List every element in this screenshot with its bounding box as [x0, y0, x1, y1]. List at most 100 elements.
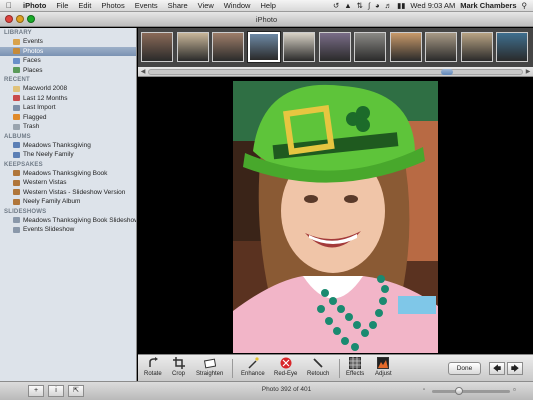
- sidebar-item-label: Flagged: [23, 113, 47, 121]
- menu-extras: ↺ ▲ ⇅ ∫ ◕ ♬ ▮▮ Wed 9:03 AM Mark Chambers…: [333, 1, 533, 10]
- scroll-right-icon[interactable]: ▶: [524, 68, 532, 76]
- enhance-label: Enhance: [241, 371, 265, 377]
- bottom-bar: + i ⇱ Photo 392 of 401 ▫ ▫: [0, 381, 533, 400]
- filmstrip-thumbnail[interactable]: [212, 32, 244, 62]
- sidebar-item-label: Photos: [23, 47, 44, 55]
- sidebar-item[interactable]: Places: [0, 66, 136, 76]
- filmstrip-thumbnail[interactable]: [460, 32, 493, 62]
- menu-user[interactable]: Mark Chambers: [460, 1, 516, 10]
- sidebar-item[interactable]: Last Import: [0, 103, 136, 113]
- zoom-slider[interactable]: [432, 390, 510, 393]
- section-header-keepsakes: KEEPSAKES: [4, 161, 43, 168]
- sidebar-item[interactable]: Western Vistas: [0, 178, 136, 188]
- sidebar-item[interactable]: Macworld 2008: [0, 84, 136, 94]
- filmstrip-thumbnail[interactable]: [246, 31, 281, 63]
- menu-edit[interactable]: Edit: [73, 1, 96, 10]
- scroll-thumb[interactable]: [440, 69, 453, 75]
- photos-icon: [13, 48, 20, 55]
- time-machine-icon[interactable]: ↺: [333, 1, 339, 10]
- effects-grid-icon: [349, 357, 362, 369]
- section-header-library: LIBRARY: [4, 30, 32, 36]
- display-icon[interactable]: ▲: [344, 1, 351, 10]
- filmstrip-scrollbar[interactable]: ◀ ▶: [138, 67, 533, 77]
- enhance-button[interactable]: Enhance: [241, 357, 265, 377]
- sidebar-item[interactable]: Last 12 Months: [0, 94, 136, 104]
- sync-icon[interactable]: ⇅: [357, 1, 363, 10]
- filmstrip-thumbnail[interactable]: [318, 32, 351, 62]
- sidebar-item[interactable]: Meadows Thanksgiving Book Slideshow: [0, 216, 136, 226]
- section-header-recent: RECENT: [4, 77, 30, 83]
- sidebar-item[interactable]: Meadows Thanksgiving: [0, 141, 136, 151]
- wifi-icon[interactable]: ◕: [375, 1, 380, 10]
- bluetooth-icon[interactable]: ∫: [368, 1, 370, 10]
- adjust-button[interactable]: Adjust: [375, 357, 392, 377]
- spotlight-icon[interactable]: ⚲: [522, 1, 528, 10]
- menu-clock[interactable]: Wed 9:03 AM: [410, 1, 455, 10]
- menu-share[interactable]: Share: [163, 1, 193, 10]
- sidebar-item-label: Faces: [23, 57, 41, 65]
- photo-browser-strip: [138, 28, 533, 67]
- menu-file[interactable]: File: [51, 1, 73, 10]
- red-eye-button[interactable]: Red-Eye: [274, 357, 297, 377]
- sidebar-item[interactable]: Photos: [0, 46, 136, 56]
- rotate-button[interactable]: Rotate: [144, 357, 162, 377]
- sidebar-item[interactable]: Events: [0, 37, 136, 47]
- book-icon: [13, 179, 20, 186]
- sidebar-item-label: Meadows Thanksgiving: [23, 141, 91, 149]
- menu-help[interactable]: Help: [255, 1, 280, 10]
- battery-icon[interactable]: ▮▮: [397, 1, 405, 10]
- filmstrip-thumbnail[interactable]: [425, 32, 457, 62]
- sidebar-item[interactable]: The Neely Family: [0, 150, 136, 160]
- straighten-button[interactable]: Straighten: [196, 357, 223, 377]
- sidebar-item[interactable]: Western Vistas - Slideshow Version: [0, 188, 136, 198]
- volume-icon[interactable]: ♬: [385, 1, 393, 10]
- done-button[interactable]: Done: [448, 362, 481, 375]
- sidebar-item[interactable]: Meadows Thanksgiving Book: [0, 169, 136, 179]
- main-photo[interactable]: [233, 81, 438, 353]
- zoom-slider-knob[interactable]: [455, 387, 464, 395]
- filmstrip-thumbnail[interactable]: [283, 32, 315, 62]
- sidebar-item[interactable]: Trash: [0, 122, 136, 132]
- window-title: iPhoto: [255, 15, 278, 24]
- rotate-label: Rotate: [144, 371, 162, 377]
- arrow-left-icon[interactable]: 🡄: [489, 362, 505, 375]
- filmstrip-thumbnail[interactable]: [354, 32, 386, 62]
- event-icon: [13, 85, 20, 92]
- book-icon: [13, 170, 20, 177]
- filmstrip-thumbnail[interactable]: [176, 32, 209, 62]
- sidebar-item-label: Western Vistas: [23, 179, 67, 187]
- menu-iphoto[interactable]: iPhoto: [18, 1, 51, 10]
- menu-photos[interactable]: Photos: [96, 1, 129, 10]
- sidebar-item-label: Last 12 Months: [23, 94, 68, 102]
- book-icon: [13, 189, 20, 196]
- menu-events[interactable]: Events: [130, 1, 163, 10]
- scroll-track[interactable]: [148, 69, 523, 75]
- sidebar-item[interactable]: Events Slideshow: [0, 225, 136, 235]
- zoom-icon[interactable]: [27, 15, 35, 23]
- effects-button[interactable]: Effects: [346, 357, 364, 377]
- enhance-wand-icon: [247, 357, 259, 369]
- sidebar-item[interactable]: Neely Family Album: [0, 197, 136, 207]
- apple-menu-icon[interactable]: : [0, 1, 18, 10]
- menu-view[interactable]: View: [193, 1, 219, 10]
- filmstrip-thumbnail[interactable]: [496, 32, 528, 62]
- crop-label: Crop: [172, 371, 186, 377]
- places-icon: [13, 67, 20, 74]
- minimize-icon[interactable]: [16, 15, 24, 23]
- straighten-label: Straighten: [196, 371, 224, 377]
- menu-window[interactable]: Window: [219, 1, 256, 10]
- arrow-right-icon[interactable]: 🡆: [507, 362, 523, 375]
- sidebar-item[interactable]: Faces: [0, 56, 136, 66]
- close-icon[interactable]: [5, 15, 13, 23]
- sidebar-item-label: Macworld 2008: [23, 85, 68, 93]
- crop-button[interactable]: Crop: [172, 357, 185, 377]
- retouch-button[interactable]: Retouch: [307, 357, 329, 377]
- sidebar-item[interactable]: Flagged: [0, 113, 136, 123]
- scroll-left-icon[interactable]: ◀: [139, 68, 147, 76]
- sidebar-item-label: Western Vistas - Slideshow Version: [23, 188, 126, 196]
- toolbar-divider: [339, 359, 340, 378]
- filmstrip-thumbnail[interactable]: [389, 32, 422, 62]
- section-header-albums: ALBUMS: [4, 133, 31, 140]
- album-icon: [13, 142, 20, 149]
- filmstrip-thumbnail[interactable]: [141, 32, 173, 62]
